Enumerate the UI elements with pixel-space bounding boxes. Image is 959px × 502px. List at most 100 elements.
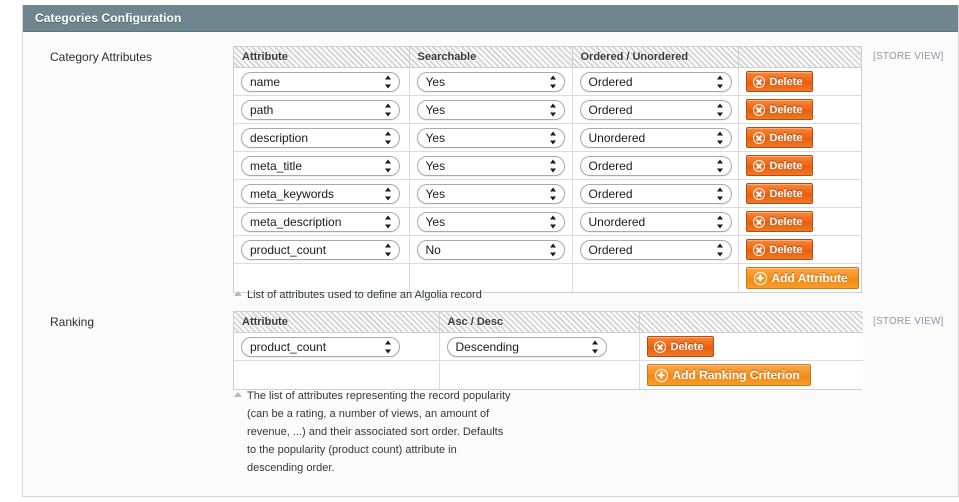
cell-searchable: Yes: [409, 151, 573, 180]
cell-attribute: description: [234, 123, 410, 152]
circle-plus-icon: [753, 271, 767, 285]
column-header-ordered: Ordered / Unordered: [572, 47, 739, 68]
cell-ordered: Ordered: [572, 179, 739, 208]
up-down-arrows-icon: [716, 159, 724, 172]
attribute-select[interactable]: product_count: [241, 239, 400, 260]
searchable-select[interactable]: Yes: [416, 183, 565, 204]
ordered-select[interactable]: Ordered: [579, 99, 732, 120]
ordered-select[interactable]: Ordered: [579, 155, 732, 176]
scope-note-ranking: [STORE VIEW]: [873, 316, 944, 327]
attribute-select[interactable]: meta_keywords: [241, 183, 400, 204]
cell-ordered: Ordered: [572, 67, 739, 96]
up-down-arrows-icon: [385, 187, 392, 200]
up-down-arrows-icon: [385, 243, 392, 256]
ordered-select[interactable]: Unordered: [579, 127, 732, 148]
ordered-select[interactable]: Ordered: [579, 71, 732, 92]
cell-empty: [234, 360, 440, 389]
cell-ordered: Ordered: [572, 151, 739, 180]
column-header-actions: [639, 312, 863, 333]
delete-button[interactable]: Delete: [745, 211, 813, 232]
field-label-category-attributes: Category Attributes: [50, 50, 153, 64]
circle-x-icon: [752, 131, 765, 144]
panel-header: Categories Configuration: [23, 5, 958, 32]
column-header-asc-desc: Asc / Desc: [439, 312, 640, 333]
attribute-select[interactable]: path: [241, 99, 400, 120]
cell-ordered: Unordered: [572, 207, 739, 236]
circle-x-icon: [752, 75, 765, 88]
searchable-select[interactable]: Yes: [416, 99, 565, 120]
attribute-select[interactable]: meta_title: [241, 155, 400, 176]
cell-actions: Delete: [738, 179, 861, 208]
delete-button[interactable]: Delete: [646, 336, 714, 357]
cell-actions: Delete: [738, 151, 861, 180]
cell-searchable: Yes: [409, 95, 573, 124]
delete-button[interactable]: Delete: [745, 71, 813, 92]
panel-body: Category Attributes [STORE VIEW] Attribu…: [23, 32, 958, 496]
page-title: Categories Configuration: [35, 11, 182, 25]
cell-actions: Delete: [738, 235, 861, 264]
scope-note-category-attributes: [STORE VIEW]: [873, 51, 944, 62]
up-down-arrows-icon: [716, 75, 724, 88]
circle-x-icon: [752, 159, 765, 172]
cell-actions: Delete: [738, 123, 861, 152]
ordered-select[interactable]: Ordered: [579, 239, 732, 260]
attribute-select[interactable]: description: [241, 127, 400, 148]
cell-attribute: product_count: [234, 235, 410, 264]
circle-x-icon: [752, 103, 765, 116]
add-ranking-criterion-button[interactable]: Add Ranking Criterion: [646, 364, 811, 386]
delete-button[interactable]: Delete: [745, 183, 813, 204]
searchable-select[interactable]: Yes: [416, 211, 565, 232]
delete-button[interactable]: Delete: [745, 127, 813, 148]
up-down-arrows-icon: [591, 340, 599, 353]
ordered-select[interactable]: Unordered: [579, 211, 732, 232]
cell-attribute: path: [234, 95, 410, 124]
ranking-direction-select[interactable]: Descending: [446, 336, 607, 357]
up-down-arrows-icon: [549, 159, 557, 172]
category-attributes-table: Attribute Searchable Ordered / Unordered…: [233, 46, 862, 293]
searchable-select[interactable]: Yes: [416, 155, 565, 176]
cell-ordered: Ordered: [572, 95, 739, 124]
cell-actions: Delete: [738, 207, 861, 236]
ranking-table: Attribute Asc / Desc product_count Desce…: [233, 311, 863, 390]
table-row: name Yes Ordered Delete: [234, 67, 861, 96]
attribute-select[interactable]: name: [241, 71, 400, 92]
cell-searchable: Yes: [409, 179, 573, 208]
cell-attribute: meta_keywords: [234, 179, 410, 208]
up-down-arrows-icon: [716, 215, 724, 228]
table-row: meta_keywords Yes Ordered Delete: [234, 179, 861, 208]
circle-x-icon: [752, 215, 765, 228]
triangle-up-icon: [234, 291, 242, 296]
circle-x-icon: [752, 187, 765, 200]
up-down-arrows-icon: [549, 215, 557, 228]
column-header-searchable: Searchable: [409, 47, 573, 68]
hint-ranking: The list of attributes representing the …: [234, 387, 794, 477]
searchable-select[interactable]: Yes: [416, 71, 565, 92]
ranking-attribute-select[interactable]: product_count: [241, 336, 400, 357]
cell-ordered: Ordered: [572, 235, 739, 264]
up-down-arrows-icon: [385, 340, 392, 353]
up-down-arrows-icon: [716, 187, 724, 200]
delete-button[interactable]: Delete: [745, 239, 813, 260]
cell-attribute: product_count: [234, 332, 440, 361]
cell-searchable: Yes: [409, 207, 573, 236]
up-down-arrows-icon: [716, 131, 724, 144]
cell-attribute: name: [234, 67, 410, 96]
ordered-select[interactable]: Ordered: [579, 183, 732, 204]
up-down-arrows-icon: [385, 75, 392, 88]
table-row: path Yes Ordered Delete: [234, 95, 861, 124]
delete-button[interactable]: Delete: [745, 155, 813, 176]
searchable-select[interactable]: No: [416, 239, 565, 260]
table-header-row: Attribute Searchable Ordered / Unordered: [234, 47, 861, 68]
attribute-select[interactable]: meta_description: [241, 211, 400, 232]
cell-actions: Delete: [639, 332, 863, 361]
table-footer-row: Add Ranking Criterion: [234, 360, 863, 389]
cell-ordered: Unordered: [572, 123, 739, 152]
table-row: meta_description Yes Unordered Delete: [234, 207, 861, 236]
cell-asc-desc: Descending: [439, 332, 640, 361]
searchable-select[interactable]: Yes: [416, 127, 565, 148]
cell-searchable: No: [409, 235, 573, 264]
delete-button[interactable]: Delete: [745, 99, 813, 120]
table-row: product_count Descending Delete: [234, 332, 863, 361]
table-row: meta_title Yes Ordered Delete: [234, 151, 861, 180]
table-row: description Yes Unordered Delete: [234, 123, 861, 152]
